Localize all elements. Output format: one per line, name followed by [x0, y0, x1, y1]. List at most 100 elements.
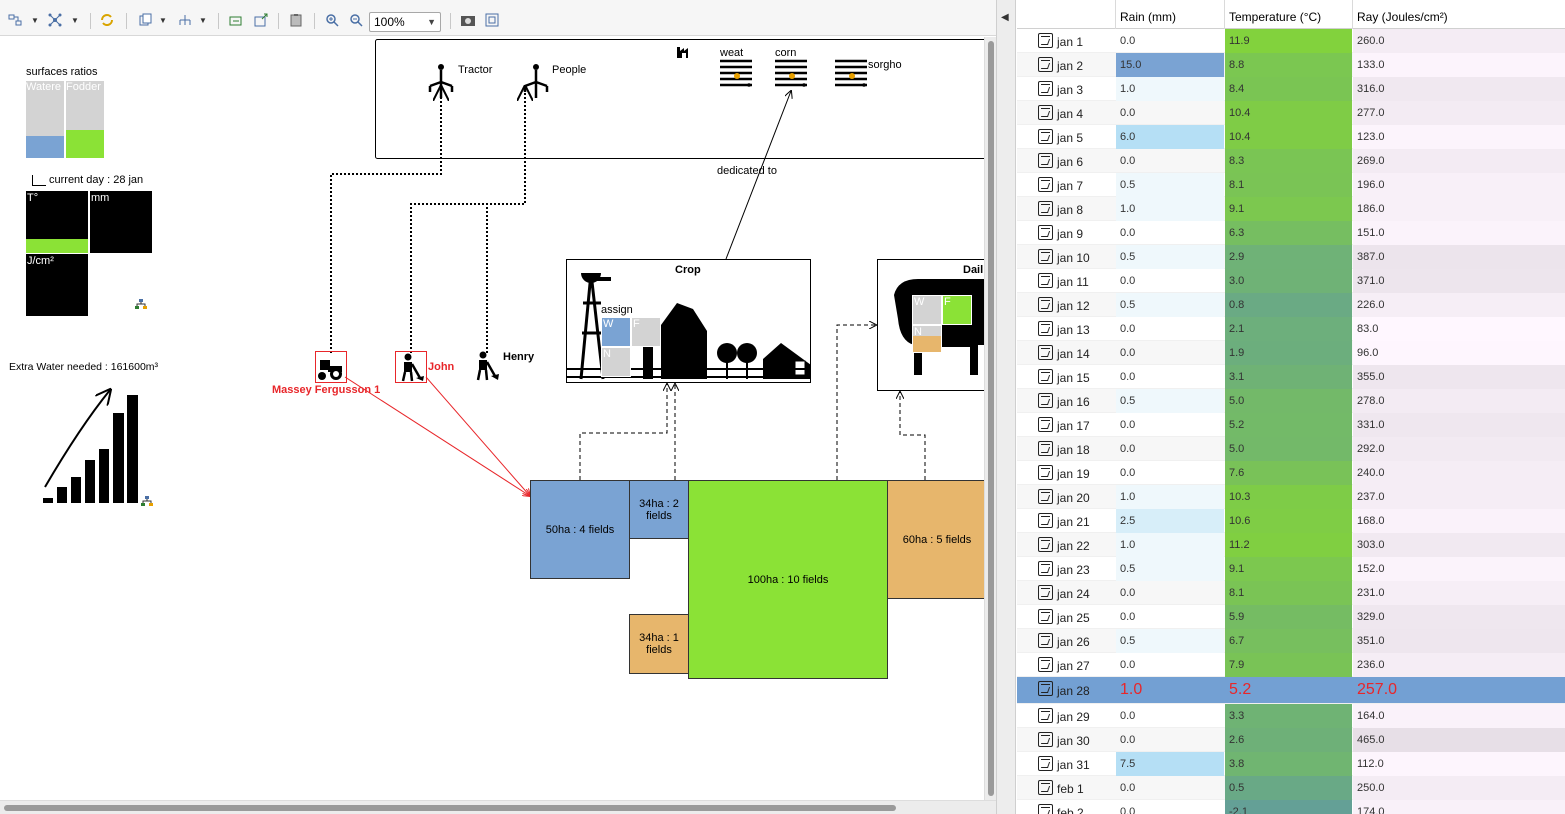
table-row[interactable]: jan 27 0.0 7.9 236.0 [1017, 653, 1565, 677]
day-label: jan 22 [1057, 539, 1090, 553]
table-row[interactable]: jan 24 0.0 8.1 231.0 [1017, 581, 1565, 605]
zoom-in-icon[interactable] [323, 11, 341, 29]
tractor-agent[interactable] [315, 351, 347, 383]
chevron-down-icon[interactable]: ▼ [158, 11, 168, 29]
table-row[interactable]: jan 2 15.0 8.8 133.0 [1017, 53, 1565, 77]
calendar-icon [1038, 585, 1053, 600]
calendar-icon [1038, 489, 1053, 504]
diagram-canvas[interactable]: surfaces ratios Watere Fodder current da… [0, 37, 984, 800]
tractor-resource-icon[interactable] [426, 64, 456, 100]
table-row[interactable]: jan 28 1.0 5.2 257.0 [1017, 677, 1565, 704]
day-cell: jan 24 [1017, 581, 1115, 605]
vertical-scrollbar[interactable] [984, 37, 996, 800]
col-header-ray[interactable]: Ray (Joules/cm²) [1353, 0, 1565, 29]
zoom-select[interactable]: 100% ▼ [369, 12, 441, 32]
temperature-cell: 10.4 [1225, 125, 1352, 149]
temperature-cell: 11.2 [1225, 533, 1352, 557]
henry-agent[interactable] [471, 350, 501, 382]
table-row[interactable]: jan 9 0.0 6.3 151.0 [1017, 221, 1565, 245]
table-row[interactable]: jan 7 0.5 8.1 196.0 [1017, 173, 1565, 197]
factory-icon [676, 45, 692, 59]
table-row[interactable]: jan 14 0.0 1.9 96.0 [1017, 341, 1565, 365]
fit-icon[interactable] [483, 11, 501, 29]
zoom-out-icon[interactable] [347, 11, 365, 29]
table-row[interactable]: jan 22 1.0 11.2 303.0 [1017, 533, 1565, 557]
graph-icon[interactable] [46, 11, 64, 29]
rain-cell: 0.0 [1120, 371, 1136, 383]
collapse-icon[interactable]: ◀ [1001, 12, 1009, 23]
col-header-temp[interactable]: Temperature (°C) [1225, 0, 1353, 29]
table-row[interactable]: jan 26 0.5 6.7 351.0 [1017, 629, 1565, 653]
temperature-cell: 7.6 [1225, 461, 1352, 485]
people-resource-label: People [552, 64, 587, 76]
import-icon[interactable] [252, 11, 270, 29]
vertical-scroll-thumb[interactable] [988, 41, 994, 796]
clipboard-icon[interactable] [287, 11, 305, 29]
temperature-cell: 9.1 [1225, 557, 1352, 581]
layout-icon[interactable] [6, 11, 24, 29]
col-header-rain[interactable]: Rain (mm) [1116, 0, 1225, 29]
day-label: jan 17 [1057, 419, 1090, 433]
camera-icon[interactable] [459, 11, 477, 29]
weat-crop-icon[interactable] [719, 59, 753, 89]
network-icon[interactable] [141, 496, 153, 506]
copy-icon[interactable] [136, 11, 154, 29]
chevron-down-icon[interactable]: ▼ [198, 11, 208, 29]
day-label: jan 24 [1057, 587, 1090, 601]
table-row[interactable]: feb 2 0.0 -2.1 174.0 [1017, 800, 1565, 814]
field-50ha[interactable]: 50ha : 4 fields [530, 480, 630, 579]
table-row[interactable]: jan 17 0.0 5.2 331.0 [1017, 413, 1565, 437]
chevron-down-icon[interactable]: ▼ [30, 11, 40, 29]
horizontal-scrollbar[interactable] [0, 800, 996, 814]
calendar-icon [1038, 804, 1053, 814]
table-row[interactable]: jan 23 0.5 9.1 152.0 [1017, 557, 1565, 581]
day-cell: jan 19 [1017, 461, 1115, 485]
panel-divider[interactable]: ◀ [996, 0, 1016, 814]
field-60ha[interactable]: 60ha : 5 fields [887, 480, 984, 599]
field-34ha-blue[interactable]: 34ha : 2 fields [629, 480, 689, 539]
table-row[interactable]: jan 8 1.0 9.1 186.0 [1017, 197, 1565, 221]
john-agent[interactable] [395, 351, 427, 383]
refresh-icon[interactable] [98, 11, 116, 29]
table-row[interactable]: jan 19 0.0 7.6 240.0 [1017, 461, 1565, 485]
corn-crop-icon[interactable] [774, 59, 808, 89]
table-row[interactable]: feb 1 0.0 0.5 250.0 [1017, 776, 1565, 800]
sorgho-crop-icon[interactable] [834, 59, 868, 89]
rain-cell: 0.0 [1120, 107, 1136, 119]
table-row[interactable]: jan 21 2.5 10.6 168.0 [1017, 509, 1565, 533]
table-row[interactable]: jan 3 1.0 8.4 316.0 [1017, 77, 1565, 101]
table-row[interactable]: jan 4 0.0 10.4 277.0 [1017, 101, 1565, 125]
table-row[interactable]: jan 25 0.0 5.9 329.0 [1017, 605, 1565, 629]
temperature-gauge: T° [26, 191, 88, 253]
table-row[interactable]: jan 13 0.0 2.1 83.0 [1017, 317, 1565, 341]
field-100ha[interactable]: 100ha : 10 fields [688, 480, 888, 679]
ray-cell: 329.0 [1353, 605, 1565, 629]
field-34ha-orange[interactable]: 34ha : 1 fields [629, 614, 689, 674]
table-row[interactable]: jan 11 0.0 3.0 371.0 [1017, 269, 1565, 293]
rain-cell: 0.5 [1116, 629, 1224, 653]
table-row[interactable]: jan 15 0.0 3.1 355.0 [1017, 365, 1565, 389]
surfaces-title: surfaces ratios [26, 66, 98, 78]
table-row[interactable]: jan 16 0.5 5.0 278.0 [1017, 389, 1565, 413]
table-row[interactable]: jan 20 1.0 10.3 237.0 [1017, 485, 1565, 509]
table-row[interactable]: jan 29 0.0 3.3 164.0 [1017, 704, 1565, 728]
calendar-icon [1038, 249, 1053, 264]
table-row[interactable]: jan 12 0.5 0.8 226.0 [1017, 293, 1565, 317]
network-icon[interactable] [135, 299, 147, 309]
chevron-down-icon[interactable]: ▼ [70, 11, 80, 29]
table-row[interactable]: jan 10 0.5 2.9 387.0 [1017, 245, 1565, 269]
people-resource-icon[interactable] [521, 64, 551, 100]
rain-cell: 0.0 [1120, 782, 1136, 794]
table-row[interactable]: jan 5 6.0 10.4 123.0 [1017, 125, 1565, 149]
horizontal-scroll-thumb[interactable] [4, 805, 896, 811]
table-row[interactable]: jan 18 0.0 5.0 292.0 [1017, 437, 1565, 461]
col-header-day[interactable] [1017, 0, 1116, 29]
export-icon[interactable] [227, 11, 245, 29]
ray-cell: 151.0 [1353, 221, 1565, 245]
table-row[interactable]: jan 31 7.5 3.8 112.0 [1017, 752, 1565, 776]
table-row[interactable]: jan 30 0.0 2.6 465.0 [1017, 728, 1565, 752]
table-row[interactable]: jan 6 0.0 8.3 269.0 [1017, 149, 1565, 173]
temperature-cell: 8.1 [1225, 581, 1352, 605]
table-row[interactable]: jan 1 0.0 11.9 260.0 [1017, 29, 1565, 53]
hierarchy-icon[interactable] [176, 11, 194, 29]
